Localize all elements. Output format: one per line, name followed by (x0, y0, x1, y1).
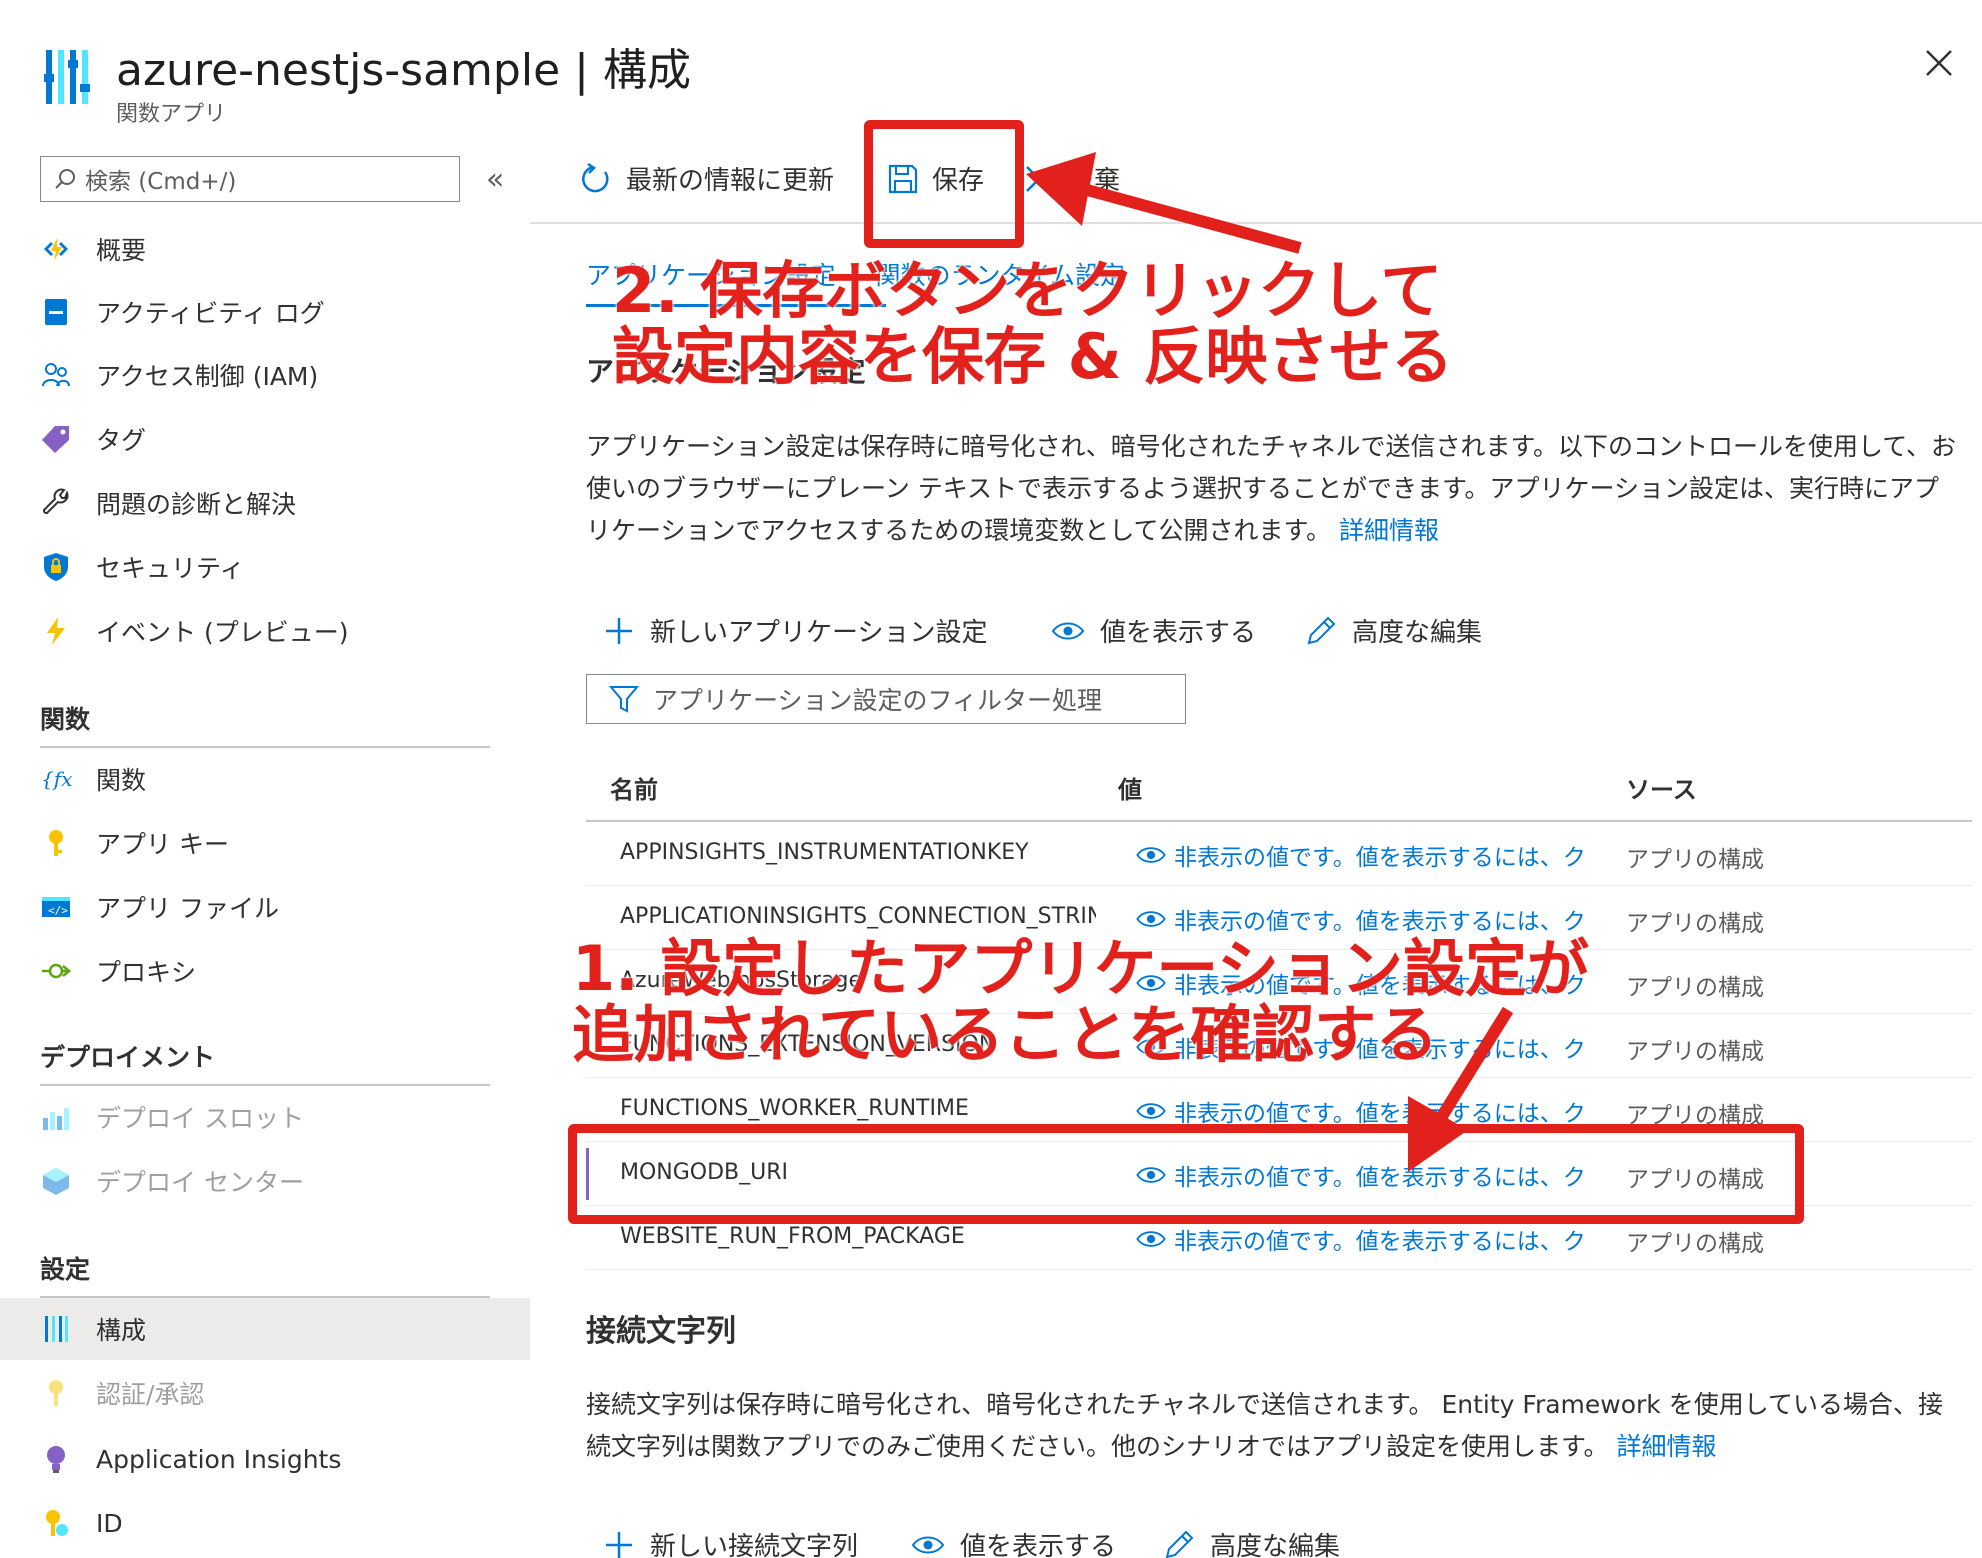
page-title: azure-nestjs-sample | 構成 (116, 45, 691, 96)
key-icon (40, 827, 72, 859)
sidebar-item-configuration[interactable]: 構成 (0, 1298, 530, 1360)
app-settings-description: アプリケーション設定は保存時に暗号化され、暗号化されたチャネルで送信されます。以… (586, 432, 1957, 545)
section-functions: 関数 (40, 705, 91, 734)
section-deployment: デプロイメント (40, 1043, 216, 1072)
eye-icon (1136, 911, 1166, 927)
confirm-instruction-line2: 追加されていることを確認する (572, 998, 1439, 1071)
sidebar-item-iam[interactable]: アクセス制御 (IAM) (0, 344, 530, 406)
cube-icon (40, 1165, 72, 1197)
eye-icon (912, 1536, 944, 1553)
sidebar-item-functions[interactable]: {fx} 関数 (0, 748, 530, 810)
discard-button[interactable]: 破棄 (1024, 160, 1120, 197)
sidebar-item-diagnose[interactable]: 問題の診断と解決 (0, 472, 530, 534)
details-link[interactable]: 詳細情報 (1339, 516, 1439, 545)
close-icon[interactable] (1922, 46, 1956, 80)
sidebar-item-overview[interactable]: 概要 (0, 218, 530, 280)
sidebar-item-identity[interactable]: ID (0, 1492, 530, 1554)
show-values-button[interactable]: 値を表示する (1052, 612, 1256, 649)
sidebar-item-events[interactable]: イベント (プレビュー) (0, 600, 530, 662)
lightning-icon (40, 615, 72, 647)
column-header-name[interactable]: 名前 (610, 770, 658, 805)
search-placeholder: 検索 (Cmd+/) (85, 169, 237, 195)
configuration-logo-icon (44, 50, 90, 104)
confirm-instruction-line1: 1. 設定したアプリケーション設定が (572, 932, 1590, 1005)
tag-icon (40, 423, 72, 455)
save-instruction-line1: 2. 保存ボタンをクリックして (612, 254, 1443, 327)
eye-icon (1136, 847, 1166, 863)
new-connection-string-button[interactable]: 新しい接続文字列 (604, 1526, 858, 1558)
svg-text:{fx}: {fx} (41, 767, 72, 791)
eye-icon (1136, 1103, 1166, 1119)
people-icon (40, 359, 72, 391)
table-row[interactable]: APPINSIGHTS_INSTRUMENTATIONKEY 非表示の値です。値… (586, 822, 1972, 886)
identity-key-icon (40, 1507, 72, 1539)
sidebar-item-proxies[interactable]: プロキシ (0, 940, 530, 1002)
activity-log-icon (40, 296, 72, 328)
conn-details-link[interactable]: 詳細情報 (1616, 1432, 1716, 1461)
pencil-icon (1307, 616, 1336, 644)
mongodb-row-highlight-box (568, 1124, 1804, 1224)
conn-advanced-edit-button[interactable]: 高度な編集 (1164, 1526, 1340, 1558)
sidebar-item-app-insights[interactable]: Application Insights (0, 1428, 530, 1490)
connection-strings-description: 接続文字列は保存時に暗号化され、暗号化されたチャネルで送信されます。 Entit… (586, 1390, 1943, 1461)
sidebar-item-deploy-slots[interactable]: デプロイ スロット (0, 1086, 530, 1148)
wrench-icon (40, 487, 72, 519)
save-instruction-line2: 設定内容を保存 & 反映させる (612, 320, 1454, 393)
add-icon (606, 617, 632, 644)
shield-icon (40, 551, 72, 583)
sidebar-item-security[interactable]: セキュリティ (0, 536, 530, 598)
column-header-value[interactable]: 値 (1118, 770, 1142, 805)
page-subtitle: 関数アプリ (116, 102, 227, 127)
sidebar-search-input[interactable]: 検索 (Cmd+/) (40, 156, 460, 202)
add-icon (606, 1531, 632, 1558)
sidebar-item-deploy-center[interactable]: デプロイ センター (0, 1150, 530, 1212)
slots-icon (40, 1101, 72, 1133)
refresh-icon (582, 162, 609, 192)
filter-icon (609, 686, 639, 713)
config-icon (40, 1313, 72, 1345)
proxy-icon (40, 955, 72, 987)
function-app-icon (40, 233, 72, 265)
section-settings: 設定 (40, 1255, 91, 1284)
pencil-icon (1165, 1530, 1194, 1558)
sidebar-item-auth[interactable]: 認証/承認 (0, 1362, 530, 1424)
sidebar-item-tags[interactable]: タグ (0, 408, 530, 470)
column-header-source[interactable]: ソース (1626, 770, 1697, 805)
sidebar-item-activity-log[interactable]: アクティビティ ログ (0, 281, 530, 343)
search-icon (55, 169, 75, 189)
sidebar-item-app-files[interactable]: </> アプリ ファイル (0, 876, 530, 938)
svg-text:</>: </> (48, 904, 68, 917)
lightbulb-icon (40, 1443, 72, 1475)
filter-input[interactable]: アプリケーション設定のフィルター処理 (586, 674, 1186, 724)
connection-strings-heading: 接続文字列 (586, 1314, 736, 1349)
new-app-setting-button[interactable]: 新しいアプリケーション設定 (604, 612, 987, 649)
toolbar-divider (530, 222, 1982, 224)
sidebar-item-app-keys[interactable]: アプリ キー (0, 812, 530, 874)
eye-icon (1136, 1231, 1166, 1247)
refresh-button[interactable]: 最新の情報に更新 (578, 160, 834, 197)
collapse-sidebar-button[interactable]: « (486, 162, 504, 197)
advanced-edit-button[interactable]: 高度な編集 (1306, 612, 1482, 649)
code-file-icon: </> (40, 891, 72, 923)
key-icon (40, 1377, 72, 1409)
save-highlight-box (864, 120, 1024, 248)
conn-show-values-button[interactable]: 値を表示する (912, 1526, 1116, 1558)
discard-icon (1026, 165, 1052, 192)
eye-icon (1052, 622, 1084, 639)
function-icon: {fx} (40, 763, 72, 795)
